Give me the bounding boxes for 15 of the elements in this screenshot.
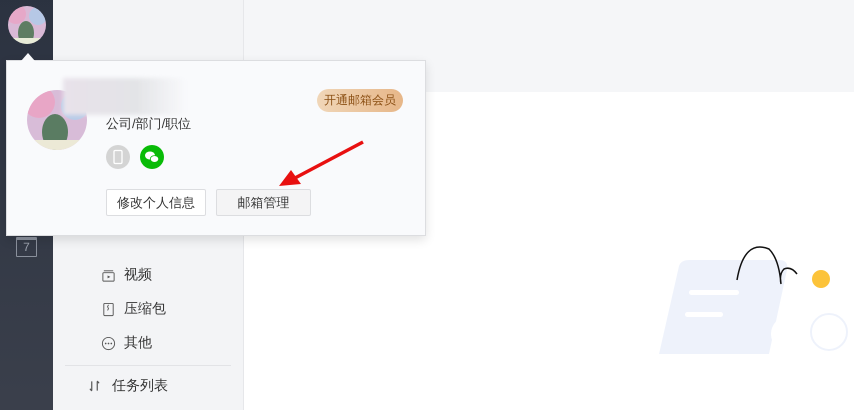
nav-item[interactable]: 其他 — [53, 326, 243, 360]
video-folder-icon — [101, 268, 116, 282]
more-icon — [101, 336, 116, 350]
sort-arrows-icon — [89, 379, 100, 393]
mailbox-settings-button[interactable]: 邮箱管理 — [216, 189, 311, 216]
phone-icon[interactable] — [106, 145, 130, 169]
task-list-item[interactable]: 任务列表 — [53, 366, 243, 406]
nav-item[interactable]: 压缩包 — [53, 292, 243, 326]
edit-profile-button[interactable]: 修改个人信息 — [106, 189, 206, 216]
company-text: 公司/部门/职位 — [106, 115, 192, 133]
zip-file-icon — [101, 302, 116, 316]
wechat-icon[interactable] — [140, 145, 164, 169]
calendar-day: 7 — [23, 240, 30, 256]
member-badge[interactable]: 开通邮箱会员 — [317, 89, 403, 112]
nav-item[interactable]: 视频 — [53, 258, 243, 292]
